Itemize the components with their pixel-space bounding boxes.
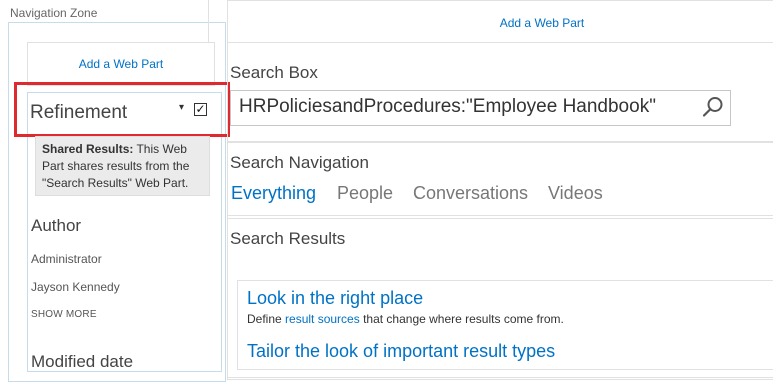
zone-divider (208, 0, 209, 42)
modified-date-refiner-title: Modified date (31, 352, 134, 371)
tab-conversations[interactable]: Conversations (413, 183, 528, 204)
search-icon[interactable] (702, 96, 724, 118)
search-navigation-title: Search Navigation (230, 153, 369, 172)
result-description: Define result sources that change where … (247, 312, 564, 326)
add-web-part-link-left[interactable]: Add a Web Part (27, 57, 215, 71)
search-box-title: Search Box (230, 63, 318, 82)
tab-people[interactable]: People (337, 183, 393, 204)
author-refiner-title: Author (31, 216, 82, 235)
result-heading-tailor-look[interactable]: Tailor the look of important result type… (247, 341, 555, 362)
refiner-item-administrator[interactable]: Administrator (31, 252, 102, 266)
result-heading-look-in-right-place[interactable]: Look in the right place (247, 288, 423, 309)
tab-videos[interactable]: Videos (548, 183, 603, 204)
shared-results-notice: Shared Results: This Web Part shares res… (35, 136, 210, 196)
navigation-zone-label: Navigation Zone (10, 6, 98, 20)
show-more-link[interactable]: SHOW MORE (31, 309, 97, 320)
result-description-prefix: Define (247, 312, 286, 326)
tab-everything[interactable]: Everything (231, 183, 316, 204)
refiner-item-jayson-kennedy[interactable]: Jayson Kennedy (31, 280, 120, 294)
shared-results-label: Shared Results: (42, 142, 134, 156)
search-query-text[interactable]: HRPoliciesandProcedures:"Employee Handbo… (239, 96, 656, 118)
search-results-title: Search Results (230, 229, 346, 248)
highlight-box (14, 82, 230, 137)
add-web-part-link-main[interactable]: Add a Web Part (227, 16, 773, 30)
result-sources-link[interactable]: result sources (285, 312, 360, 326)
result-description-suffix: that change where results come from. (359, 312, 564, 326)
